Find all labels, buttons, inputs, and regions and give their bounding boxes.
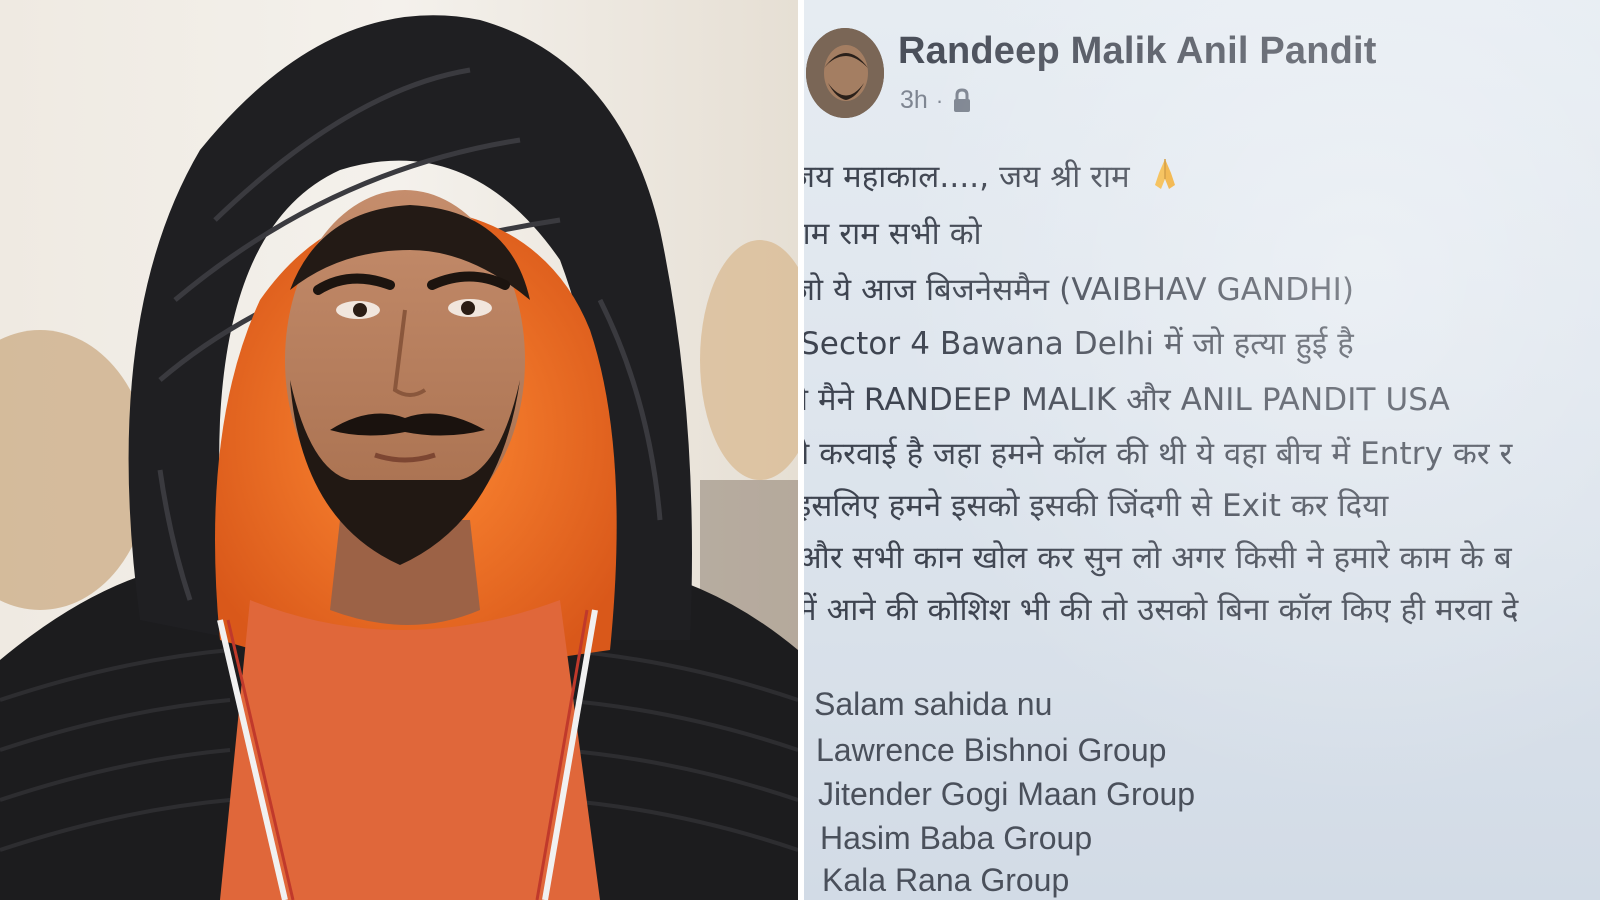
signoff-line: Lawrence Bishnoi Group bbox=[816, 732, 1167, 768]
post-line: राम राम सभी को bbox=[804, 216, 982, 252]
post-line: जय महाकाल...., जय श्री राम bbox=[804, 155, 1184, 197]
folded-hands-icon bbox=[1154, 159, 1175, 189]
post-line-text: जय महाकाल...., जय श्री राम bbox=[804, 159, 1130, 195]
social-post-screenshot: Randeep Malik Anil Pandit 3h · जय महाकाल… bbox=[804, 0, 1600, 900]
profile-photo bbox=[0, 0, 798, 900]
post-line: और सभी कान खोल कर सुन लो अगर किसी ने हमा… bbox=[804, 540, 1512, 576]
signoff-line: Hasim Baba Group bbox=[820, 820, 1093, 856]
post-line: जो ये आज बिजनेसमैन (VAIBHAV GANDHI) bbox=[804, 272, 1355, 308]
hooded-man-image bbox=[0, 0, 798, 900]
post-line: ने करवाई है जहा हमने कॉल की थी ये वहा बी… bbox=[804, 436, 1513, 472]
post-line: में आने की कोशिश भी की तो उसको बिना कॉल … bbox=[804, 592, 1519, 628]
signoff-line: Salam sahida nu bbox=[814, 686, 1053, 722]
signoff-line: Jitender Gogi Maan Group bbox=[818, 776, 1196, 812]
post-line: Sector 4 Bawana Delhi में जो हत्या हुई ह… bbox=[804, 326, 1354, 362]
signoff-line: Kala Rana Group bbox=[822, 862, 1070, 898]
post-text: जय महाकाल...., जय श्री राम राम राम सभी क… bbox=[804, 0, 1600, 900]
post-line: ये मैने RANDEEP MALIK और ANIL PANDIT USA bbox=[804, 382, 1450, 418]
post-line: इसलिए हमने इसको इसकी जिंदगी से Exit कर द… bbox=[804, 488, 1389, 524]
